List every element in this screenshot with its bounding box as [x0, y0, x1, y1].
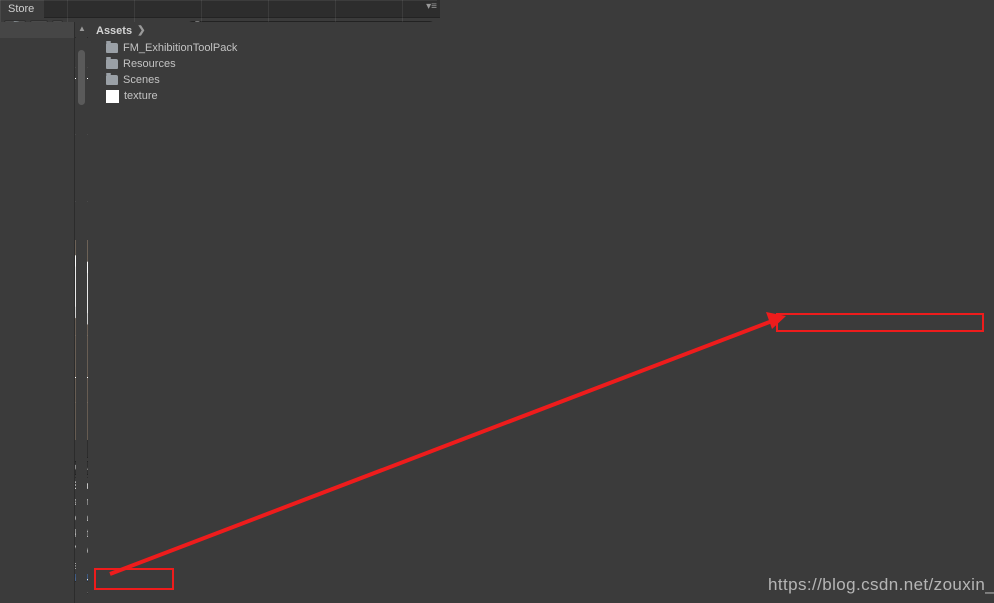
folder-icon — [106, 57, 118, 69]
annotation-highlight-texture-asset — [94, 568, 174, 590]
scroll-thumb[interactable] — [78, 50, 85, 105]
list-item-scenes[interactable]: Scenes — [88, 72, 994, 88]
project-tree-sidebar[interactable] — [0, 22, 75, 603]
list-item-fm-exhibitiontoolpack[interactable]: FM_ExhibitionToolPack — [88, 40, 994, 56]
project-scrollbar[interactable]: ▲ — [76, 22, 87, 603]
texture-asset-icon — [106, 89, 119, 103]
chevron-right-icon: ❯ — [137, 25, 146, 36]
list-item-label: Resources — [123, 58, 176, 70]
project-tree-selected-row[interactable] — [0, 22, 74, 38]
scroll-up-arrow-icon[interactable]: ▲ — [78, 24, 86, 33]
annotation-highlight-texture-field — [776, 313, 984, 332]
list-item-label: texture — [124, 90, 158, 102]
list-item-label: FM_ExhibitionToolPack — [123, 42, 238, 54]
unity-editor-window: Store ▾≡ 🔊 ▰ ▾ Gizmos ▾ 🔍▾ All — [0, 0, 994, 603]
breadcrumb-label: Assets — [96, 25, 133, 37]
folder-icon — [106, 73, 118, 85]
list-item-label: Scenes — [123, 74, 160, 86]
list-item-resources[interactable]: Resources — [88, 56, 994, 72]
breadcrumb[interactable]: Assets ❯ — [88, 22, 994, 40]
folder-icon — [106, 41, 118, 53]
watermark: https://blog.csdn.net/zouxin_88 — [768, 575, 994, 594]
list-item-texture[interactable]: texture — [88, 88, 994, 104]
